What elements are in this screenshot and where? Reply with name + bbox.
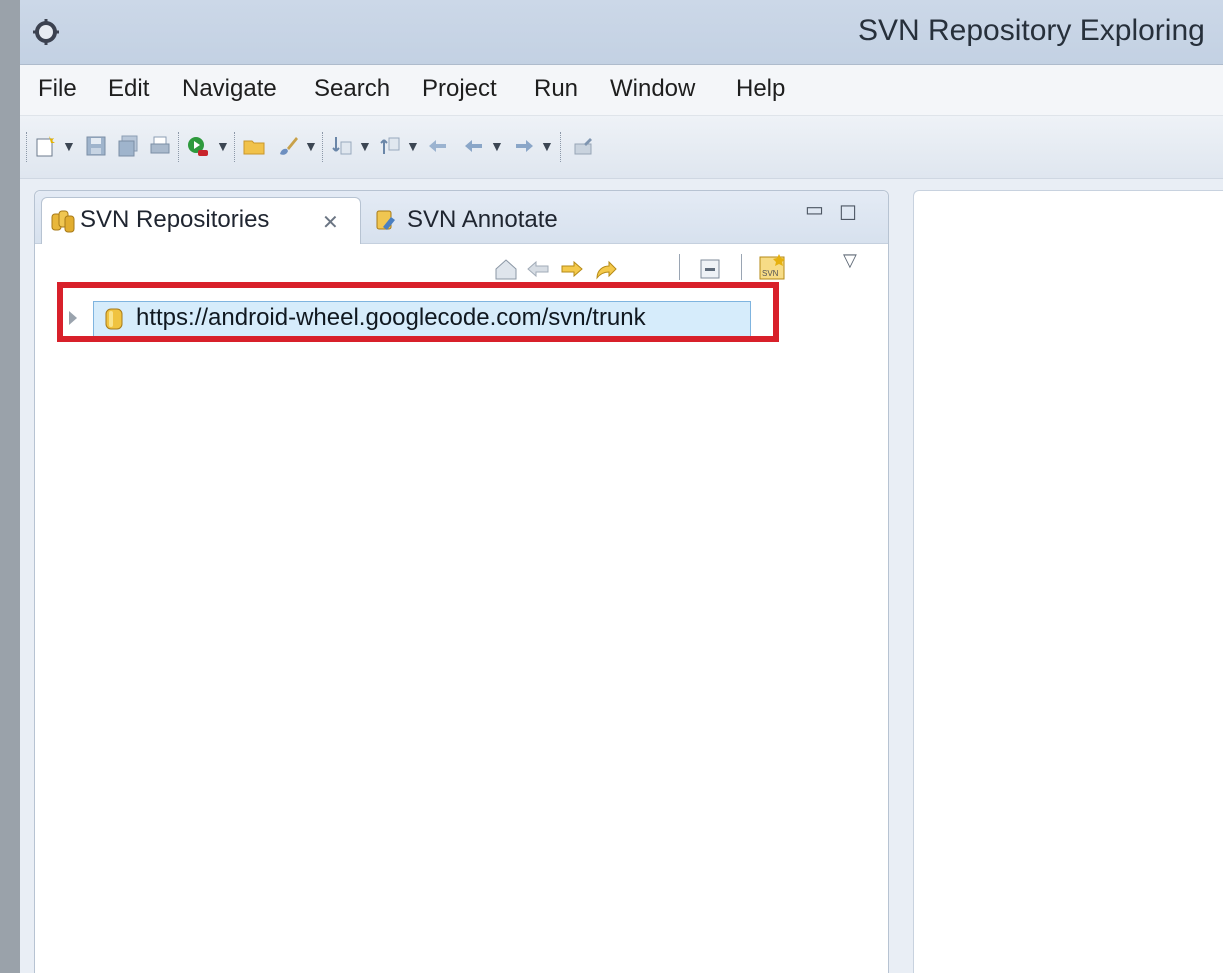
tab-svn-annotate[interactable]: SVN Annotate [407, 206, 558, 234]
save-icon[interactable] [84, 134, 108, 158]
new-repository-location-icon[interactable]: SVN [757, 252, 787, 282]
back-icon[interactable] [525, 256, 551, 282]
view-tab-bar: SVN Repositories ✕ SVN Annotate ▭ ☐ [35, 191, 888, 244]
maximize-view-icon[interactable]: ☐ [839, 201, 857, 226]
menu-project[interactable]: Project [422, 75, 497, 103]
window-title: SVN Repository Exploring [858, 14, 1205, 47]
view-toolbar-separator [679, 254, 680, 280]
brush-dropdown-arrow-icon[interactable]: ▼ [304, 138, 318, 154]
svn-repositories-icon [51, 210, 75, 233]
toolbar-separator [560, 132, 562, 162]
next-annotation-icon[interactable] [330, 134, 354, 158]
toolbar-separator [322, 132, 324, 162]
pin-icon[interactable] [572, 134, 596, 158]
minimize-view-icon[interactable]: ▭ [805, 197, 824, 222]
menu-window[interactable]: Window [610, 75, 695, 103]
go-up-icon[interactable] [593, 256, 619, 282]
menu-file[interactable]: File [38, 75, 77, 103]
new-dropdown-arrow-icon[interactable]: ▼ [62, 138, 76, 154]
run-icon[interactable] [186, 134, 210, 158]
close-tab-icon[interactable]: ✕ [322, 210, 339, 235]
brush-icon[interactable] [276, 134, 300, 158]
svg-text:SVN: SVN [762, 269, 779, 278]
view-toolbar-separator [741, 254, 742, 280]
menu-help[interactable]: Help [736, 75, 785, 103]
main-toolbar: ▼ ▼ ▼ ▼ ▼ ▼ ▼ [20, 116, 1223, 179]
open-folder-icon[interactable] [242, 134, 266, 158]
menu-search[interactable]: Search [314, 75, 390, 103]
home-icon[interactable] [493, 256, 519, 282]
forward-dropdown-arrow-icon[interactable]: ▼ [540, 138, 554, 154]
editor-area [913, 190, 1223, 973]
highlight-annotation-box [57, 282, 779, 342]
prev-annotation-dropdown-icon[interactable]: ▼ [406, 138, 420, 154]
run-dropdown-arrow-icon[interactable]: ▼ [216, 138, 230, 154]
eclipse-window: SVN Repository Exploring File Edit Navig… [20, 0, 1223, 973]
next-annotation-dropdown-icon[interactable]: ▼ [358, 138, 372, 154]
menu-bar: File Edit Navigate Search Project Run Wi… [20, 65, 1223, 116]
back-history-icon[interactable] [462, 134, 486, 158]
collapse-all-icon[interactable] [697, 256, 723, 282]
forward-icon[interactable] [559, 256, 585, 282]
prev-annotation-icon[interactable] [378, 134, 402, 158]
toolbar-separator [178, 132, 180, 162]
menu-run[interactable]: Run [534, 75, 578, 103]
menu-navigate[interactable]: Navigate [182, 75, 277, 103]
view-menu-icon[interactable]: ▽ [843, 250, 857, 271]
back-icon[interactable] [426, 134, 450, 158]
toolbar-separator [26, 132, 28, 162]
toolbar-separator [234, 132, 236, 162]
menu-edit[interactable]: Edit [108, 75, 149, 103]
title-bar: SVN Repository Exploring [20, 0, 1223, 65]
eclipse-gear-icon[interactable] [32, 18, 60, 46]
save-all-icon[interactable] [116, 134, 140, 158]
print-icon[interactable] [148, 134, 172, 158]
tab-svn-repositories[interactable]: SVN Repositories ✕ [41, 197, 361, 244]
svn-annotate-icon [376, 210, 395, 230]
back-dropdown-arrow-icon[interactable]: ▼ [490, 138, 504, 154]
forward-icon[interactable] [512, 134, 536, 158]
new-icon[interactable] [34, 134, 58, 158]
tab-label-svn-repositories: SVN Repositories [80, 206, 270, 233]
